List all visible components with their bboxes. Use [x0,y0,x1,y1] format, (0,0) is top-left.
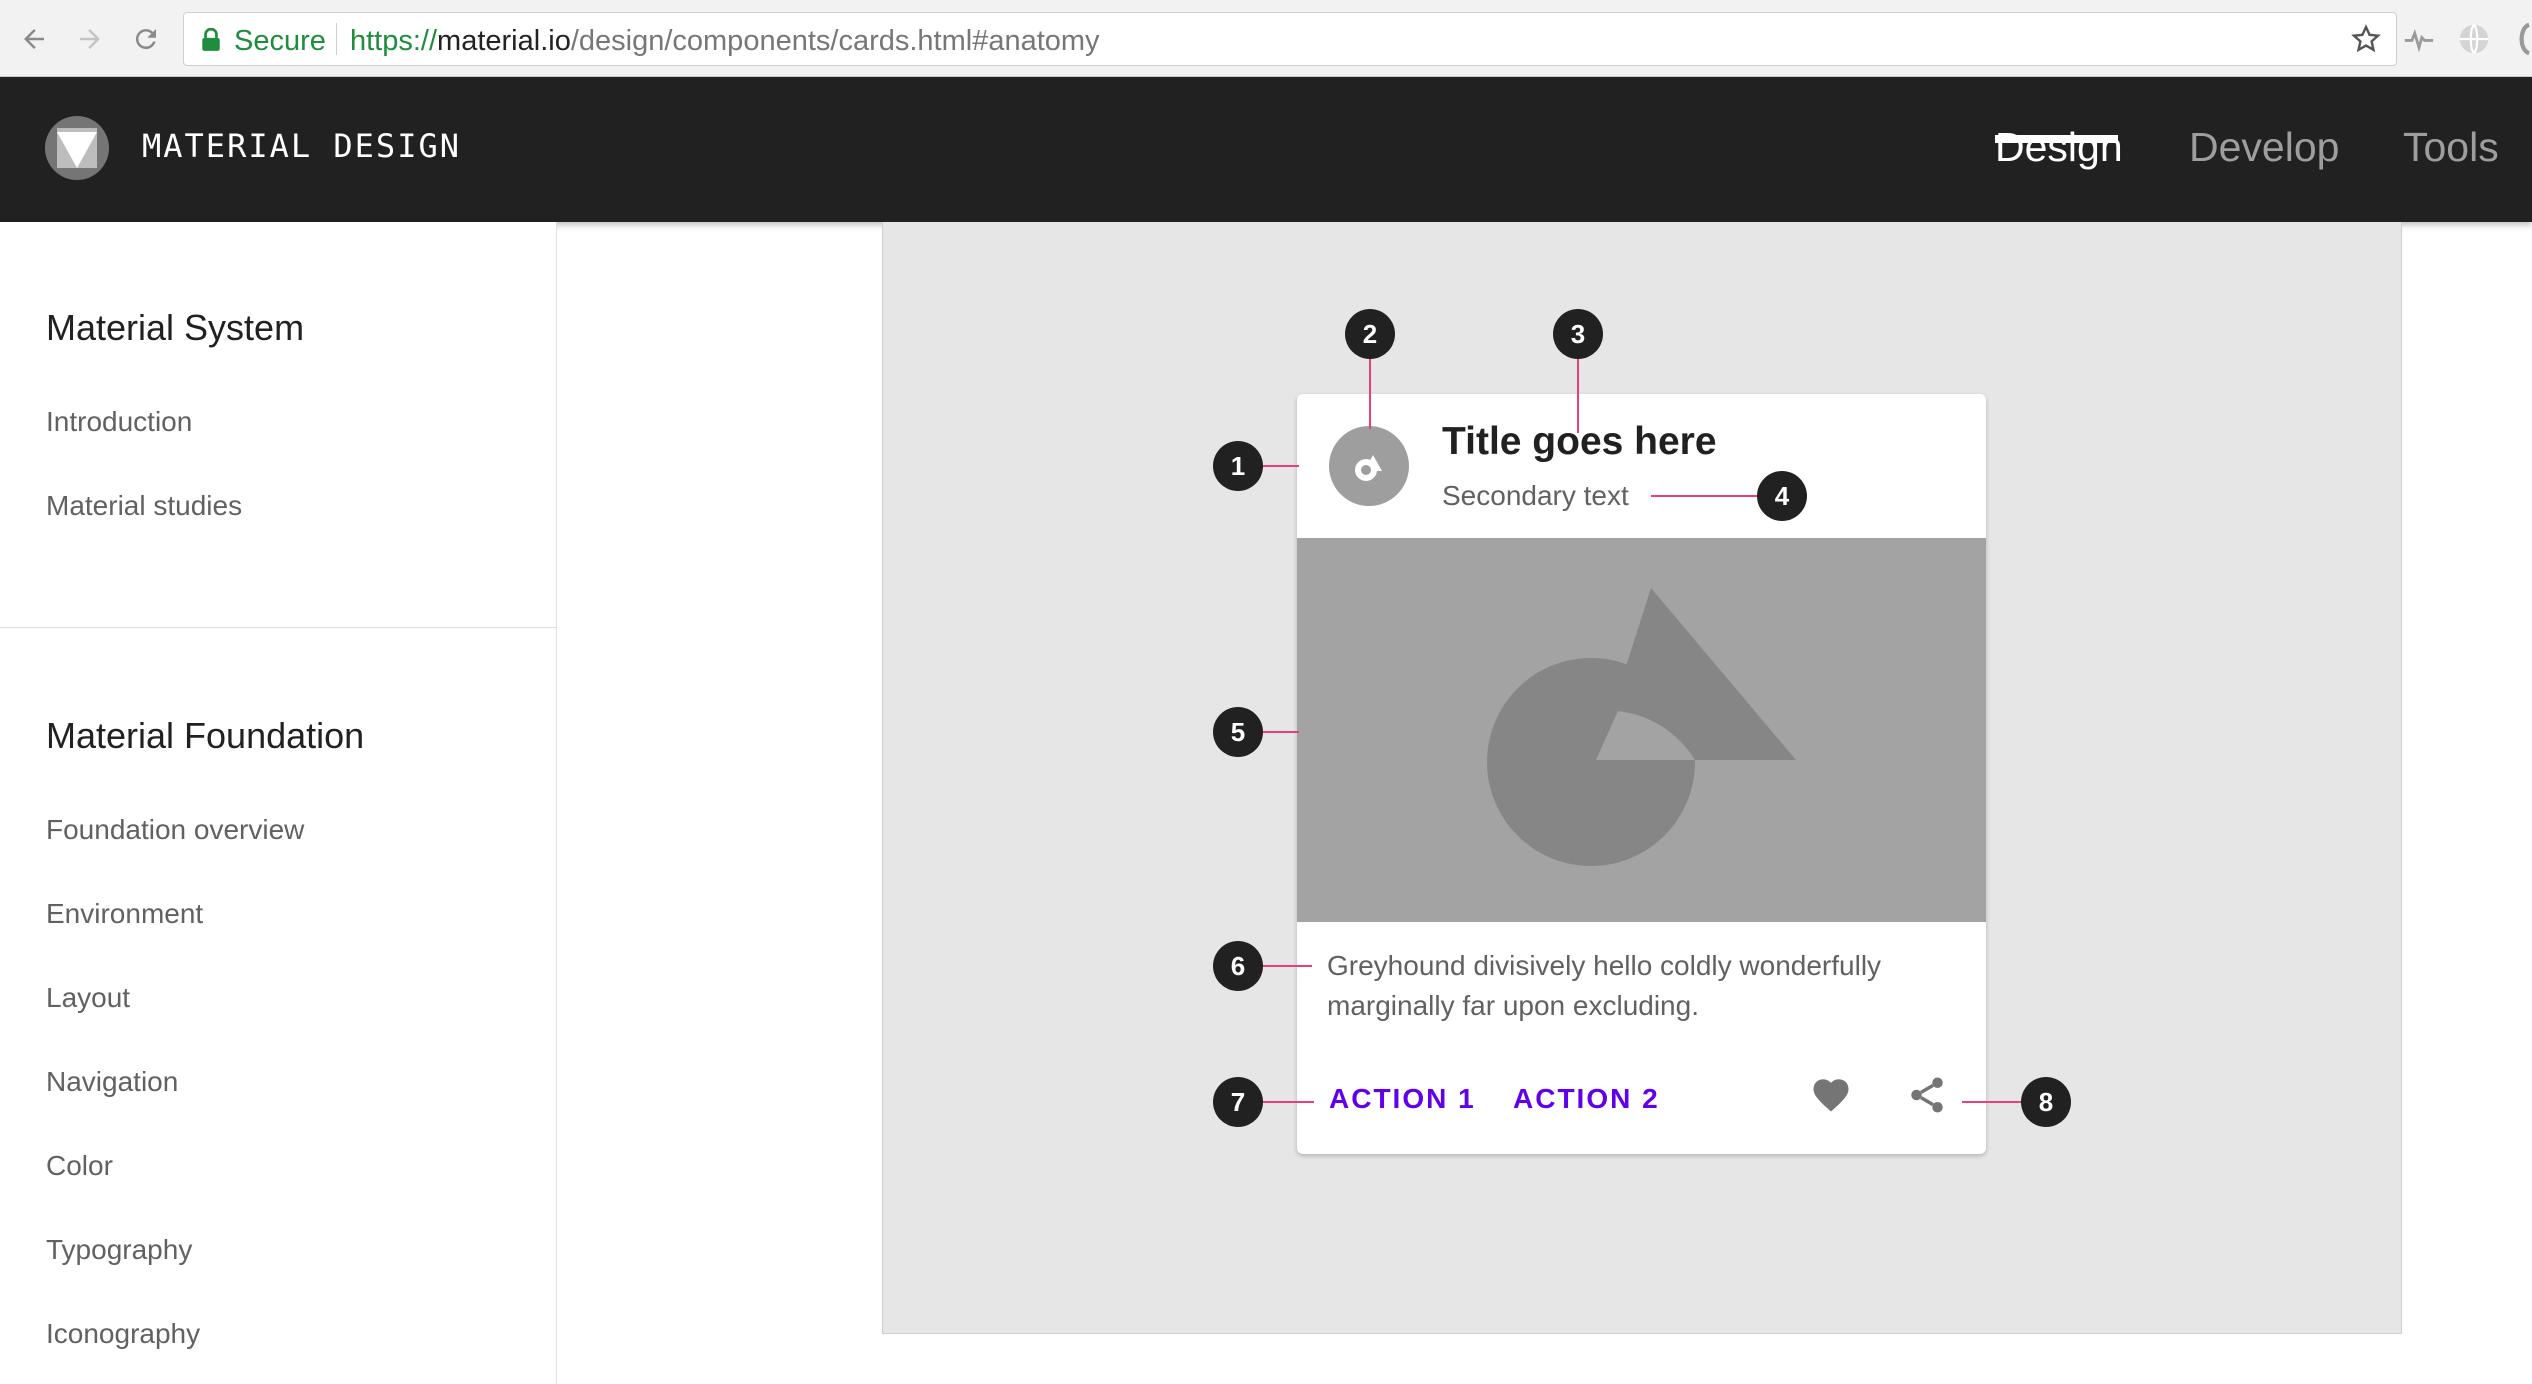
card-secondary-text: Secondary text [1442,480,1629,511]
arrow-right-icon [80,29,100,49]
url-host: material.io [437,25,571,57]
leader-line-5 [1262,731,1299,733]
tab-design[interactable]: Design [1995,124,2123,171]
example-card: Title goes here Secondary text Greyhound… [1297,394,1986,1154]
share-icon[interactable] [1906,1074,1948,1116]
globe-extension-icon[interactable] [2457,22,2491,56]
forward-button[interactable] [68,17,112,61]
card-title: Title goes here [1442,420,1717,463]
sidebar-divider [0,627,556,628]
brand-title[interactable]: MATERIAL DESIGN [142,127,461,165]
callout-2: 2 [1345,309,1395,359]
leader-line-7 [1262,1101,1314,1103]
heart-icon[interactable] [1810,1074,1852,1116]
callout-6: 6 [1213,941,1263,991]
card-supporting-text: Greyhound divisively hello coldly wonder… [1327,950,1882,1021]
lock-icon [202,28,220,51]
top-app-bar: MATERIAL DESIGN Design Develop Tools [0,77,2532,222]
action-2-button[interactable]: ACTION 2 [1513,1083,1660,1115]
sidebar-item-environment[interactable]: Environment [46,898,203,930]
browser-toolbar: Secure https://material.io/design/compon… [0,0,2532,77]
url-text: https://material.io/design/components/ca… [350,25,1100,58]
card-media [1297,538,1986,922]
callout-7: 7 [1213,1077,1263,1127]
sidebar-item-iconography[interactable]: Iconography [46,1318,200,1350]
sidebar-nav: Material System Introduction Material st… [0,222,557,1384]
active-tab-indicator [1995,135,2118,143]
callout-8: 8 [2021,1077,2071,1127]
material-logo-icon[interactable] [45,116,109,180]
url-path: /design/components/cards.html#anatomy [570,25,1100,57]
leader-line-3 [1577,359,1579,433]
address-bar[interactable]: Secure https://material.io/design/compon… [183,12,2397,66]
leader-line-4 [1651,495,1761,497]
sidebar-item-navigation[interactable]: Navigation [46,1066,178,1098]
bookmark-star-icon[interactable] [2350,23,2382,55]
back-button[interactable] [12,17,56,61]
media-shapes-image [1487,588,1796,866]
reload-button[interactable] [124,17,168,61]
tab-tools[interactable]: Tools [2403,124,2499,171]
omnibox-separator [336,23,337,55]
callout-5: 5 [1213,707,1263,757]
sidebar-heading-material-system[interactable]: Material System [46,307,304,349]
sidebar-item-color[interactable]: Color [46,1150,113,1182]
sidebar-item-material-studies[interactable]: Material studies [46,490,242,522]
leader-line-6 [1262,965,1312,967]
sidebar-item-typography[interactable]: Typography [46,1234,192,1266]
shapes-thumbnail-icon [1355,455,1382,481]
sidebar-item-introduction[interactable]: Introduction [46,406,192,438]
callout-3: 3 [1553,309,1603,359]
sidebar-item-foundation-overview[interactable]: Foundation overview [46,814,304,846]
sidebar-item-layout[interactable]: Layout [46,982,130,1014]
pulse-extension-icon[interactable] [2402,22,2436,56]
leader-line-1 [1262,465,1299,467]
action-1-button[interactable]: ACTION 1 [1329,1083,1476,1115]
sidebar-heading-material-foundation[interactable]: Material Foundation [46,715,364,757]
callout-1: 1 [1213,441,1263,491]
url-scheme: https:// [350,25,438,57]
tab-develop[interactable]: Develop [2189,124,2339,171]
secure-label: Secure [234,25,326,57]
reload-icon [135,29,156,50]
extension-icon[interactable] [2512,22,2532,56]
callout-4: 4 [1757,471,1807,521]
arrow-left-icon [24,29,44,49]
card-avatar [1329,426,1409,506]
leader-line-2 [1369,359,1371,429]
